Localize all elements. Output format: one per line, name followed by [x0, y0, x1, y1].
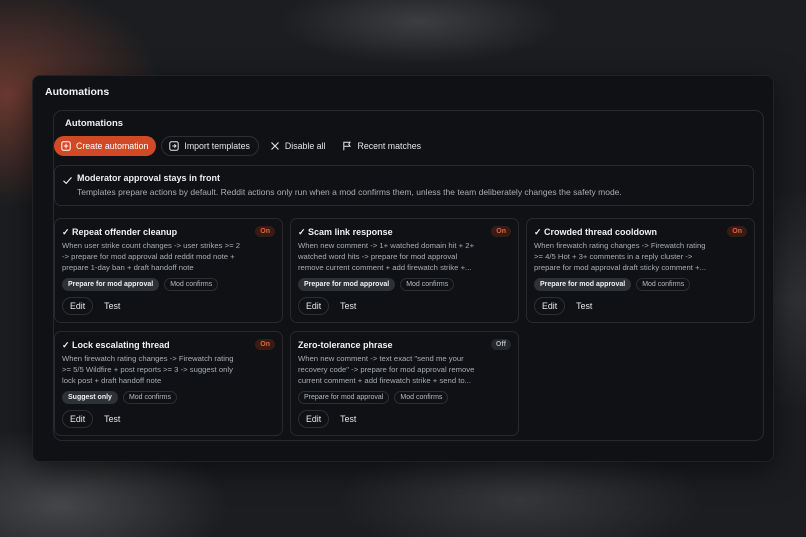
status-badge[interactable]: Off	[490, 339, 511, 350]
toolbar: Create automation Import templates Disab…	[54, 136, 427, 156]
card-tags: Suggest only Mod confirms	[62, 391, 177, 404]
card-description: When new comment -> text exact "send me …	[298, 354, 475, 385]
status-badge[interactable]: On	[491, 226, 511, 237]
card-description: When new comment -> 1+ watched domain hi…	[298, 241, 475, 272]
card-title: Zero-tolerance phrase	[298, 340, 393, 350]
automation-card: Zero-tolerance phrase Off When new comme…	[290, 331, 519, 436]
automation-card: ✓ Crowded thread cooldown On When firewa…	[526, 218, 755, 323]
card-tags: Prepare for mod approval Mod confirms	[62, 278, 219, 291]
edit-button[interactable]: Edit	[62, 297, 94, 315]
check-icon	[62, 173, 73, 185]
test-button[interactable]: Test	[569, 297, 599, 315]
card-description: When user strike count changes -> user s…	[62, 241, 240, 272]
confirm-tag: Mod confirms	[394, 391, 449, 404]
automation-card: ✓ Scam link response On When new comment…	[290, 218, 519, 323]
create-automation-button[interactable]: Create automation	[54, 136, 157, 156]
confirm-tag: Mod confirms	[636, 278, 691, 291]
card-title: ✓ Crowded thread cooldown	[534, 227, 658, 237]
plus-square-icon	[61, 141, 71, 151]
card-actions: Edit Test	[62, 410, 127, 428]
confirm-tag: Mod confirms	[164, 278, 219, 291]
mode-tag: Prepare for mod approval	[62, 278, 160, 291]
mode-tag: Suggest only	[62, 391, 118, 404]
disable-all-label: Disable all	[284, 141, 326, 151]
card-tags: Prepare for mod approval Mod confirms	[298, 278, 455, 291]
card-actions: Edit Test	[62, 297, 127, 315]
confirm-tag: Mod confirms	[122, 391, 177, 404]
create-automation-label: Create automation	[76, 141, 149, 151]
automation-card: ✓ Repeat offender cleanup On When user s…	[54, 218, 283, 323]
panel-title: Automations	[65, 118, 124, 129]
import-templates-button[interactable]: Import templates	[161, 136, 259, 156]
status-badge[interactable]: On	[255, 226, 275, 237]
safety-notice: Moderator approval stays in front Templa…	[54, 165, 754, 206]
card-description: When firewatch rating changes -> Firewat…	[534, 241, 706, 272]
card-title: ✓ Scam link response	[298, 227, 393, 237]
test-button[interactable]: Test	[97, 410, 127, 428]
edit-button[interactable]: Edit	[298, 410, 330, 428]
flag-icon	[342, 141, 352, 151]
window-title: Automations	[45, 86, 110, 98]
automation-card: ✓ Lock escalating thread On When firewat…	[54, 331, 283, 436]
mode-tag: Prepare for mod approval	[534, 278, 632, 291]
edit-button[interactable]: Edit	[534, 297, 566, 315]
card-actions: Edit Test	[298, 297, 363, 315]
import-icon	[169, 141, 180, 151]
card-description: When firewatch rating changes -> Firewat…	[62, 354, 234, 385]
status-badge[interactable]: On	[255, 339, 275, 350]
status-badge[interactable]: On	[727, 226, 747, 237]
disable-all-button[interactable]: Disable all	[264, 136, 332, 156]
card-tags: Prepare for mod approval Mod confirms	[534, 278, 691, 291]
card-tags: Prepare for mod approval Mod confirms	[298, 391, 449, 404]
recent-matches-label: Recent matches	[357, 141, 422, 151]
automations-window: Automations Automations Create automatio…	[32, 75, 774, 462]
card-title: ✓ Lock escalating thread	[62, 340, 170, 350]
mode-tag: Prepare for mod approval	[298, 278, 396, 291]
test-button[interactable]: Test	[97, 297, 127, 315]
recent-matches-button[interactable]: Recent matches	[336, 136, 427, 156]
close-icon	[270, 141, 280, 151]
card-actions: Edit Test	[534, 297, 599, 315]
mode-tag: Prepare for mod approval	[298, 391, 390, 404]
card-title: ✓ Repeat offender cleanup	[62, 227, 178, 237]
notice-text: Templates prepare actions by default. Re…	[77, 187, 622, 197]
card-actions: Edit Test	[298, 410, 363, 428]
edit-button[interactable]: Edit	[298, 297, 330, 315]
test-button[interactable]: Test	[333, 297, 363, 315]
confirm-tag: Mod confirms	[400, 278, 455, 291]
edit-button[interactable]: Edit	[62, 410, 94, 428]
test-button[interactable]: Test	[333, 410, 363, 428]
automations-panel: Automations Create automation Import tem…	[53, 110, 764, 441]
import-templates-label: Import templates	[184, 141, 250, 151]
notice-title: Moderator approval stays in front	[77, 173, 221, 183]
